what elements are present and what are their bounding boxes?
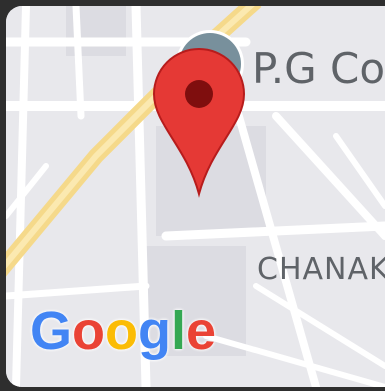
logo-letter: g — [138, 301, 172, 361]
google-logo: Google — [30, 296, 216, 366]
area-label: CHANAK — [257, 252, 385, 287]
logo-letter: G — [30, 301, 73, 361]
map-preview[interactable]: P.G Col CHANAK Google — [6, 6, 385, 387]
logo-letter: o — [105, 301, 139, 361]
logo-letter: e — [186, 301, 217, 361]
logo-letter: l — [171, 301, 187, 361]
poi-label: P.G Col — [252, 44, 385, 93]
logo-letter: o — [72, 301, 106, 361]
